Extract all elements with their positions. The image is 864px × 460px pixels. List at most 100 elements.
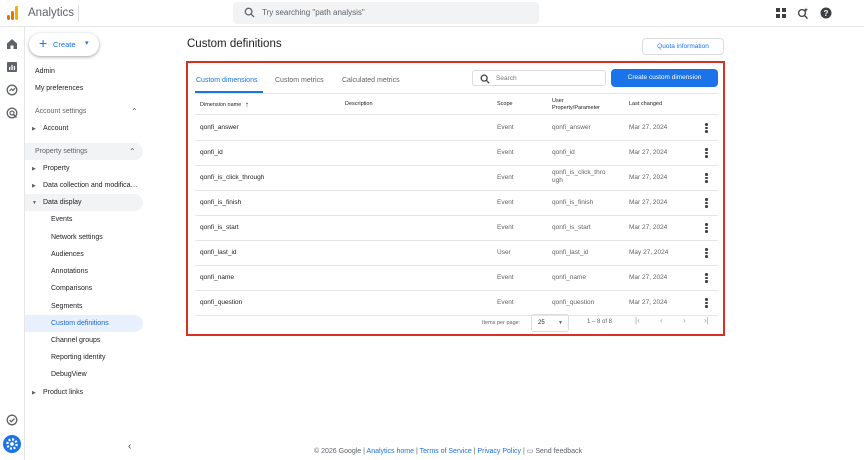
dimension-last-changed: May 27, 2024 xyxy=(629,249,669,256)
more-vert-icon[interactable] xyxy=(705,148,709,159)
table-row[interactable]: qonfi_last_id User qonfi_last_id May 27, 20… xyxy=(195,241,718,266)
sort-ascending-icon: ↑ xyxy=(244,100,249,109)
nav-admin[interactable]: Admin xyxy=(35,63,55,80)
expand-arrow-icon: ▶ xyxy=(32,126,36,132)
table-row[interactable]: qonfi_question Event qonfi_question Mar 27,… xyxy=(195,291,718,316)
search-icon xyxy=(244,7,255,18)
dimension-parameter: qonfi_question xyxy=(552,299,595,306)
nav-property[interactable]: Property xyxy=(43,160,69,177)
feedback-icon: ▭ xyxy=(526,448,534,455)
dimension-last-changed: Mar 27, 2024 xyxy=(629,199,668,206)
admin-nav: + Create ▾ Admin My preferences Account … xyxy=(25,27,150,460)
dimension-scope: Event xyxy=(497,274,514,281)
custom-definitions-card: Custom dimensions Custom metrics Calcula… xyxy=(186,61,725,336)
svg-text:?: ? xyxy=(824,9,829,18)
column-header-parameter[interactable]: User Property/Parameter xyxy=(552,98,600,112)
expand-arrow-icon: ▶ xyxy=(32,390,36,396)
footer-analytics-home-link[interactable]: Analytics home xyxy=(367,448,414,455)
explore-icon[interactable] xyxy=(6,84,18,96)
admin-check-icon[interactable] xyxy=(6,414,18,426)
collapse-nav-icon[interactable]: ‹ xyxy=(128,441,131,452)
column-header-name[interactable]: Dimension name ↑ xyxy=(200,101,249,109)
footer: © 2026 Google | Analytics home | Terms o… xyxy=(314,448,583,455)
table-search[interactable] xyxy=(472,70,606,86)
table-row[interactable]: qonfi_is_click_through Event qonfi_is_clic… xyxy=(195,166,718,191)
dimension-last-changed: Mar 27, 2024 xyxy=(629,149,668,156)
search-insights-icon[interactable] xyxy=(797,7,809,19)
previous-page-icon[interactable]: ‹ xyxy=(660,316,663,325)
chevron-up-icon: ⌃ xyxy=(131,107,138,116)
items-per-page-select[interactable]: 25 ▼ xyxy=(531,314,569,332)
footer-copyright: © 2026 Google | xyxy=(314,448,365,455)
table-row[interactable]: qonfi_is_start Event qonfi_is_start Mar 27,… xyxy=(195,216,718,241)
more-vert-icon[interactable] xyxy=(705,198,709,209)
nav-events[interactable]: Events xyxy=(51,211,72,228)
dimension-parameter: qonfi_is_click_thro ugh xyxy=(552,169,606,184)
dimension-name: qonfi_question xyxy=(200,299,243,306)
dimension-scope: User xyxy=(497,249,511,256)
table-row[interactable]: qonfi_answer Event qonfi_answer Mar 27, 202… xyxy=(195,116,718,141)
items-per-page-label: Items per page: xyxy=(482,320,521,326)
more-vert-icon[interactable] xyxy=(705,223,709,234)
footer-privacy-link[interactable]: Privacy Policy xyxy=(477,448,521,455)
apps-grid-icon[interactable] xyxy=(775,7,787,19)
dimension-parameter: qonfi_is_start xyxy=(552,224,591,231)
table-row[interactable]: qonfi_id Event qonfi_id Mar 27, 2024 xyxy=(195,141,718,166)
more-vert-icon[interactable] xyxy=(705,273,709,284)
nav-channel-groups[interactable]: Channel groups xyxy=(51,332,100,349)
create-button[interactable]: + Create ▾ xyxy=(29,33,99,56)
tab-custom-metrics[interactable]: Custom metrics xyxy=(275,77,324,84)
caret-down-icon: ▾ xyxy=(85,40,89,47)
nav-custom-definitions[interactable]: Custom definitions xyxy=(25,315,143,332)
tab-calculated-metrics[interactable]: Calculated metrics xyxy=(342,77,400,84)
nav-audiences[interactable]: Audiences xyxy=(51,246,84,263)
nav-data-display[interactable]: Data display xyxy=(25,194,143,211)
help-icon[interactable]: ? xyxy=(820,7,832,19)
nav-debugview[interactable]: DebugView xyxy=(51,366,87,383)
home-icon[interactable] xyxy=(6,38,18,50)
quota-information-button[interactable]: Quota information xyxy=(642,38,724,55)
dimension-last-changed: Mar 27, 2024 xyxy=(629,274,668,281)
more-vert-icon[interactable] xyxy=(705,248,709,259)
table-row[interactable]: qonfi_name Event qonfi_name Mar 27, 2024 xyxy=(195,266,718,291)
tab-custom-dimensions[interactable]: Custom dimensions xyxy=(196,77,257,84)
column-header-last-changed[interactable]: Last changed xyxy=(629,101,662,108)
more-vert-icon[interactable] xyxy=(705,173,709,184)
dimension-name: qonfi_answer xyxy=(200,124,239,131)
nav-comparisons[interactable]: Comparisons xyxy=(51,280,92,297)
nav-data-collection[interactable]: Data collection and modifica… xyxy=(43,177,138,194)
last-page-icon[interactable]: ›| xyxy=(704,316,709,325)
nav-segments[interactable]: Segments xyxy=(51,298,83,315)
left-rail xyxy=(0,27,25,460)
search-input[interactable] xyxy=(496,73,596,83)
nav-account[interactable]: Account xyxy=(43,120,68,137)
more-vert-icon[interactable] xyxy=(705,298,709,309)
footer-send-feedback[interactable]: Send feedback xyxy=(535,448,582,455)
nav-property-settings[interactable]: Property settings ⌃ xyxy=(25,143,143,160)
create-custom-dimension-button[interactable]: Create custom dimension xyxy=(611,69,718,87)
next-page-icon[interactable]: › xyxy=(683,316,686,325)
global-search[interactable]: Try searching "path analysis" xyxy=(233,2,539,24)
nav-network-settings[interactable]: Network settings xyxy=(51,229,103,246)
footer-terms-link[interactable]: Terms of Service xyxy=(420,448,472,455)
dimension-parameter: qonfi_is_finish xyxy=(552,199,594,206)
column-header-scope[interactable]: Scope xyxy=(497,101,513,108)
dimension-scope: Event xyxy=(497,149,514,156)
settings-gear-icon[interactable] xyxy=(3,435,21,453)
nav-my-preferences[interactable]: My preferences xyxy=(35,80,83,97)
table-row[interactable]: qonfi_is_finish Event qonfi_is_finish Mar 2… xyxy=(195,191,718,216)
more-vert-icon[interactable] xyxy=(705,123,709,134)
dimension-scope: Event xyxy=(497,224,514,231)
nav-reporting-identity[interactable]: Reporting identity xyxy=(51,349,105,366)
column-header-description[interactable]: Description xyxy=(345,101,373,108)
nav-annotations[interactable]: Annotations xyxy=(51,263,88,280)
reports-icon[interactable] xyxy=(6,61,18,73)
top-bar: Analytics Try searching "path analysis" … xyxy=(0,0,864,27)
nav-account-settings[interactable]: Account settings ⌃ xyxy=(35,103,143,120)
dimension-scope: Event xyxy=(497,174,514,181)
advertising-icon[interactable] xyxy=(6,107,18,119)
dimension-scope: Event xyxy=(497,299,514,306)
page-title: Custom definitions xyxy=(187,38,282,50)
nav-product-links[interactable]: Product links xyxy=(43,384,83,401)
first-page-icon[interactable]: |‹ xyxy=(635,316,640,325)
